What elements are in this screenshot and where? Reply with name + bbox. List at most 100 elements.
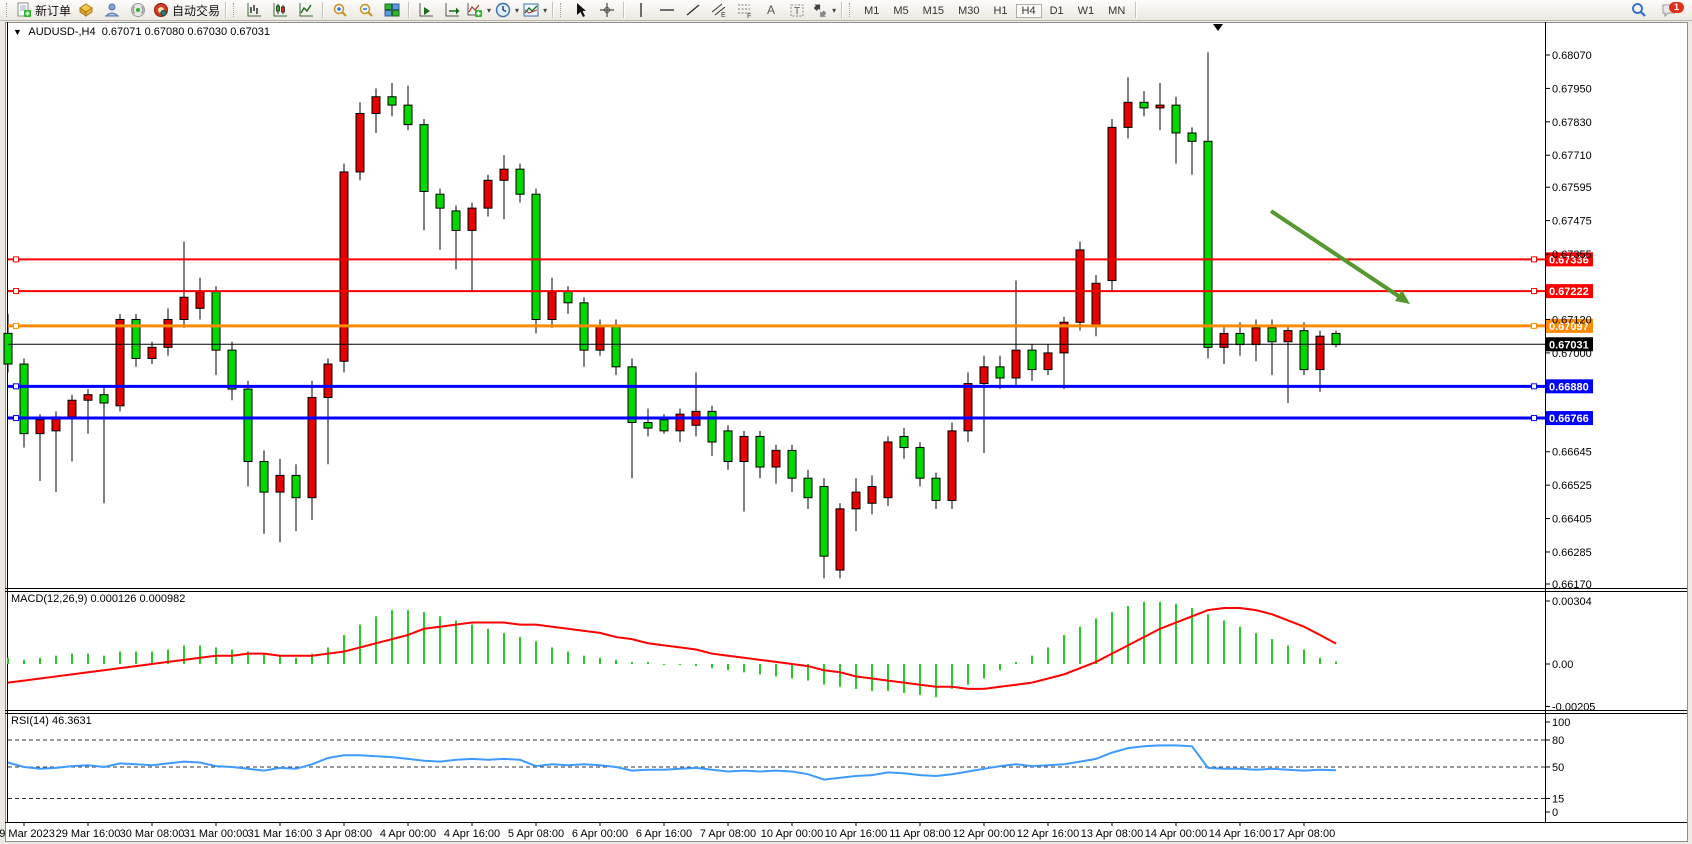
timeframe-D1[interactable]: D1 [1044,4,1070,18]
macd-bar [71,654,73,664]
timeframe-M15[interactable]: M15 [917,4,950,18]
macd-bar [23,660,25,664]
toolbar-grip[interactable] [233,3,238,17]
toolbar-grip[interactable] [6,3,11,17]
crosshair-icon [599,2,615,18]
rsi-axis-label: 50 [1552,762,1564,774]
macd-bar [151,652,153,664]
candle [1204,141,1212,347]
candle [820,487,828,557]
line-handle [14,289,19,294]
notifications-button[interactable]: 1 [1652,1,1686,20]
timeframe-H4[interactable]: H4 [1016,4,1042,18]
auto-scroll-icon [418,2,434,18]
timeframe-MN[interactable]: MN [1102,4,1131,18]
price-badge-label: 0.66880 [1549,381,1589,393]
candle [516,169,524,194]
periods-button[interactable]: ▾ [493,1,521,20]
market-button[interactable] [99,1,125,20]
price-tick-label: 0.67830 [1552,117,1592,129]
zoom-out-button[interactable] [353,1,379,20]
toolbar-grip[interactable] [560,3,565,17]
arrows-tool[interactable]: ▾ [810,1,838,20]
channel-icon: E [711,2,727,18]
candle [1172,105,1180,133]
timeframe-M5[interactable]: M5 [887,4,914,18]
fibonacci-icon: F [737,2,753,18]
new-order-button[interactable]: 新订单 [14,1,73,20]
horizontal-line-tool[interactable] [654,1,680,20]
toolbar-grip[interactable] [849,3,854,17]
macd-axis-label: 0.00304 [1552,596,1592,608]
templates-button[interactable]: ▾ [521,1,549,20]
macd-bar [647,662,649,664]
rsi-axis-label: 15 [1552,794,1564,806]
zoom-in-button[interactable] [327,1,353,20]
dropdown-caret-icon: ▾ [543,6,547,15]
text-label-tool[interactable]: T [784,1,810,20]
macd-bar [1079,627,1081,664]
macd-bar [663,664,665,665]
candle [1332,333,1340,344]
auto-trading-button[interactable]: 自动交易 [151,1,222,20]
text-tool[interactable]: A [758,1,784,20]
channel-tool[interactable]: E [706,1,732,20]
time-tick-label: 10 Apr 16:00 [825,828,887,840]
timeframe-H1[interactable]: H1 [987,4,1013,18]
candle [68,400,76,417]
candle [852,492,860,509]
trendline-tool[interactable] [680,1,706,20]
signals-button[interactable] [125,1,151,20]
timeframe-M1[interactable]: M1 [858,4,885,18]
search-button[interactable] [1626,1,1652,20]
toolbar-separator [322,2,324,18]
macd-bar [631,662,633,664]
timeframe-M30[interactable]: M30 [952,4,985,18]
candle [836,509,844,570]
macd-bar [375,616,377,664]
macd-bar [135,652,137,664]
candle [644,423,652,429]
tile-windows-button[interactable] [379,1,405,20]
macd-axis-label: 0.00 [1552,659,1573,671]
timeframe-W1[interactable]: W1 [1072,4,1101,18]
fibonacci-tool[interactable]: F [732,1,758,20]
main-toolbar: 新订单 自动交易 ▾ ▾ [0,0,1692,21]
candle [884,442,892,498]
macd-bar [119,652,121,664]
macd-bar [695,664,697,666]
macd-bar [983,664,985,679]
macd-bar [487,629,489,664]
line-handle [14,384,19,389]
time-tick-label: 11 Apr 08:00 [889,828,951,840]
toolbar-separator [1135,2,1137,18]
candle [548,292,556,320]
candle [804,478,812,497]
candle [500,169,508,180]
macd-bar [791,664,793,679]
vertical-line-icon [633,2,649,18]
candlestick-chart-button[interactable] [267,1,293,20]
line-handle [1532,323,1537,328]
crosshair-tool-button[interactable] [594,1,620,20]
horizontal-line-icon [659,2,675,18]
bar-chart-button[interactable] [241,1,267,20]
candle [1268,328,1276,342]
cursor-tool-button[interactable] [568,1,594,20]
chart-canvas[interactable]: 0.673360.672220.670970.670310.668800.667… [0,0,1692,844]
indicators-button[interactable]: ▾ [465,1,493,20]
line-chart-button[interactable] [293,1,319,20]
macd-bar [775,664,777,676]
macd-bar [679,664,681,665]
svg-text:T: T [794,6,800,17]
macd-bar [999,664,1001,670]
chart-shift-button[interactable] [439,1,465,20]
bar-chart-icon [246,2,262,18]
macd-bar [1111,612,1113,664]
macd-bar [1127,606,1129,664]
auto-scroll-button[interactable] [413,1,439,20]
candle [708,411,716,442]
rsi-axis-label: 100 [1552,717,1570,729]
vertical-line-tool[interactable] [628,1,654,20]
gold-cube-button[interactable] [73,1,99,20]
